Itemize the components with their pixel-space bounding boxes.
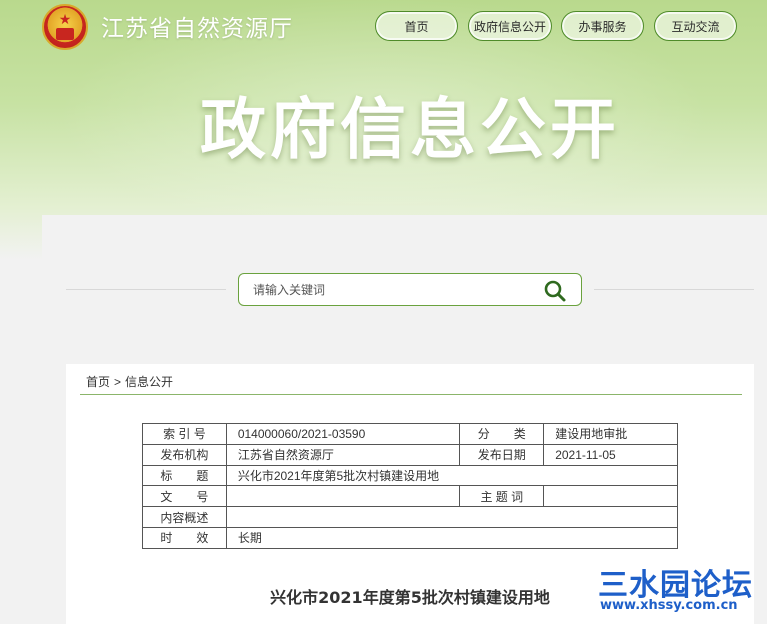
- national-emblem-icon: ★: [42, 4, 88, 50]
- breadcrumb-current-link[interactable]: 信息公开: [125, 373, 173, 390]
- divider: [66, 289, 226, 290]
- nav-services-button[interactable]: 办事服务: [561, 11, 644, 41]
- nav-gov-info-button[interactable]: 政府信息公开: [468, 11, 552, 41]
- publish-date-label: 发布日期: [459, 443, 545, 466]
- banner-title: 政府信息公开: [200, 91, 620, 168]
- search-bar: [238, 273, 582, 306]
- nav-home-button[interactable]: 首页: [375, 11, 458, 41]
- title-label: 标 题: [142, 464, 227, 487]
- table-row: 索 引 号 014000060/2021-03590 分 类 建设用地审批: [142, 423, 678, 445]
- index-number-label: 索 引 号: [142, 423, 227, 445]
- category-value: 建设用地审批: [543, 423, 678, 445]
- table-row: 标 题 兴化市2021年度第5批次村镇建设用地: [142, 464, 679, 487]
- divider: [594, 289, 754, 290]
- doc-number-label: 文 号: [142, 485, 227, 508]
- category-label: 分 类: [459, 423, 545, 445]
- table-row: 内容概述: [142, 506, 679, 528]
- summary-label: 内容概述: [142, 506, 227, 528]
- forum-watermark: 三水园论坛 www.xhssy.com.cn: [598, 558, 767, 624]
- keywords-value: [543, 485, 678, 508]
- table-row: 发布机构 江苏省自然资源厅 发布日期 2021-11-05: [142, 443, 678, 466]
- publish-date-value: 2021-11-05: [543, 443, 678, 466]
- breadcrumb: 首页 > 信息公开: [86, 373, 173, 390]
- document-meta-table: 索 引 号 014000060/2021-03590 分 类 建设用地审批 发布…: [142, 423, 679, 549]
- breadcrumb-separator: >: [114, 374, 122, 389]
- validity-label: 时 效: [142, 526, 227, 549]
- title-value: 兴化市2021年度第5批次村镇建设用地: [225, 464, 679, 487]
- breadcrumb-home-link[interactable]: 首页: [86, 373, 110, 390]
- doc-number-value: [225, 485, 461, 508]
- search-input[interactable]: [253, 280, 523, 300]
- keywords-label: 主 题 词: [459, 485, 545, 508]
- nav-interaction-button[interactable]: 互动交流: [654, 11, 737, 41]
- site-title[interactable]: 江苏省自然资源厅: [101, 9, 293, 43]
- publisher-label: 发布机构: [142, 443, 227, 466]
- divider: [80, 394, 742, 395]
- publisher-value: 江苏省自然资源厅: [225, 443, 461, 466]
- index-number-value: 014000060/2021-03590: [225, 423, 461, 445]
- table-row: 时 效 长期: [142, 526, 679, 549]
- validity-value: 长期: [225, 526, 679, 549]
- summary-value: [225, 506, 679, 528]
- watermark-url: www.xhssy.com.cn: [600, 598, 738, 613]
- search-icon[interactable]: [543, 279, 567, 303]
- table-row: 文 号 主 题 词: [142, 485, 678, 508]
